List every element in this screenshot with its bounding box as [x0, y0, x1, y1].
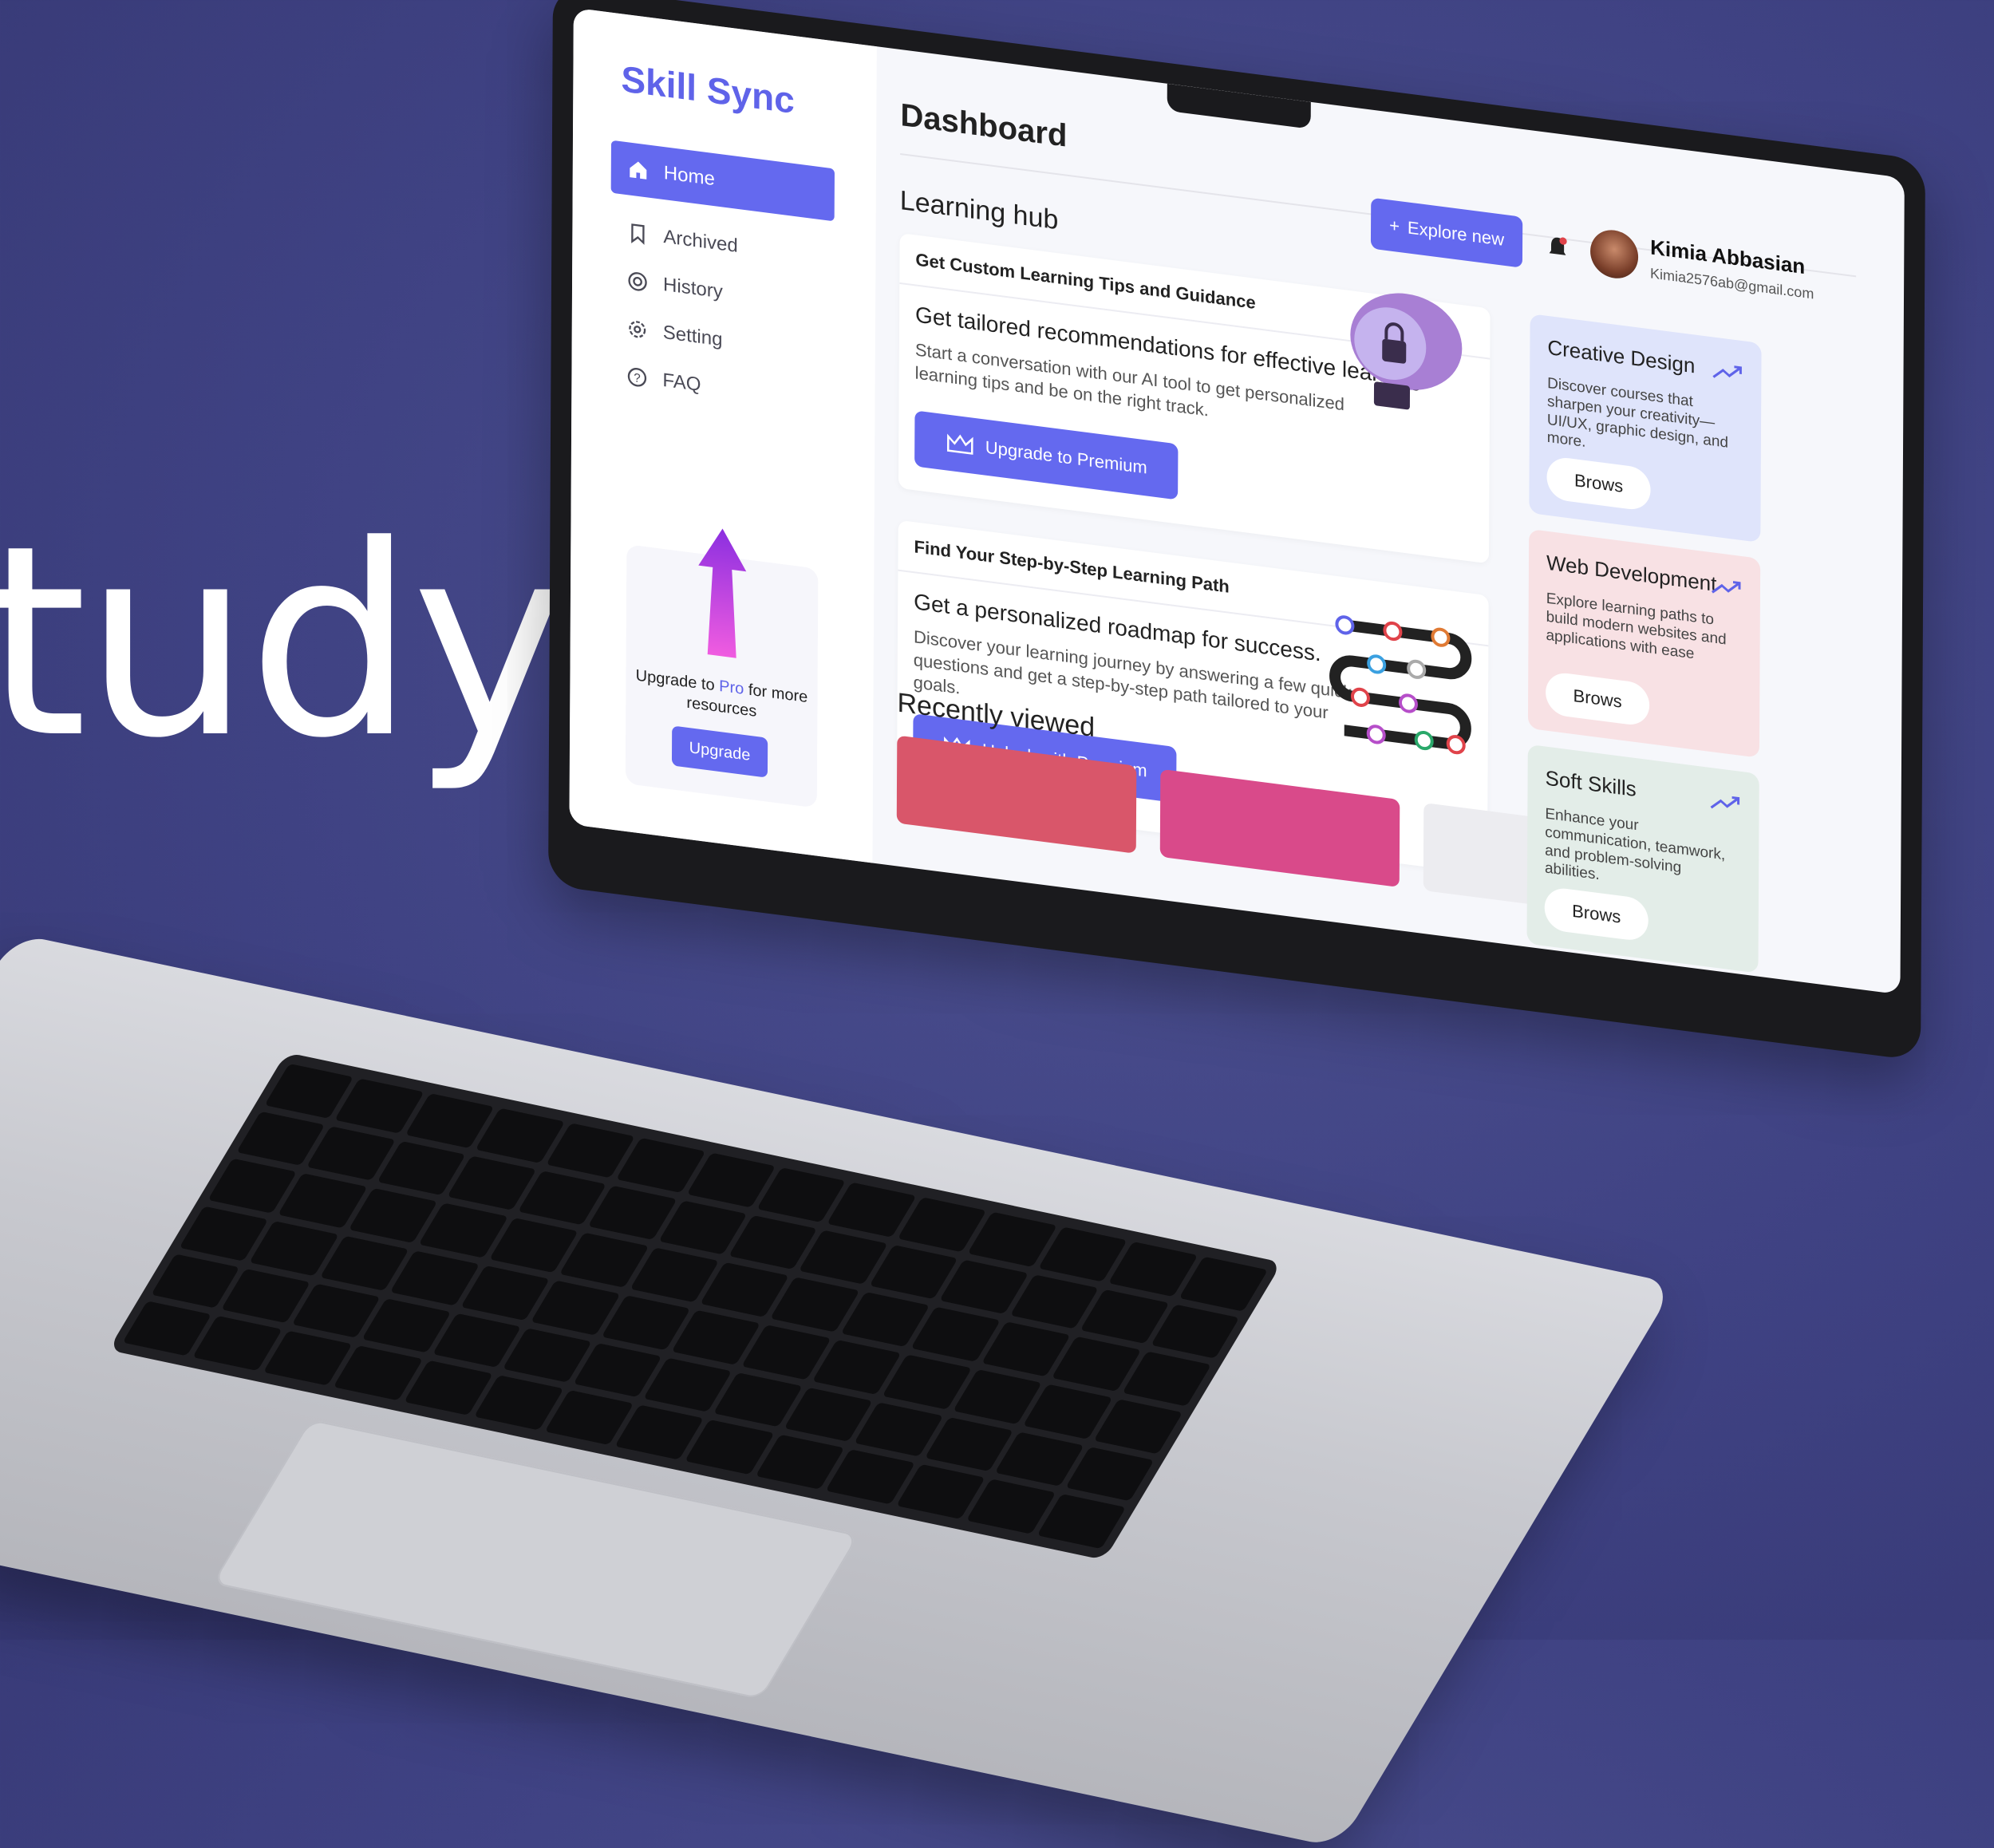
roadmap-illustration — [1329, 615, 1472, 755]
trending-up-icon — [1712, 365, 1742, 378]
category-title: Creative Design — [1547, 334, 1696, 378]
laptop-base — [0, 934, 1676, 1848]
main-content: Dashboard + Explore new Kimia Abbasian K… — [872, 46, 1904, 994]
sidebar-item-label: Home — [663, 162, 715, 191]
history-icon — [628, 272, 647, 291]
category-description: Discover courses that sharpen your creat… — [1546, 374, 1729, 452]
laptop-lid: Skill Sync Home Archived History Setting — [548, 0, 1925, 1061]
category-title: Soft Skills — [1545, 765, 1637, 802]
sidebar: Skill Sync Home Archived History Setting — [569, 7, 877, 863]
help-icon: ? — [627, 368, 647, 387]
sidebar-item-label: FAQ — [662, 369, 701, 397]
explore-new-button[interactable]: + Explore new — [1370, 197, 1523, 268]
app-logo[interactable]: Skill Sync — [621, 57, 795, 122]
category-card-web-development: Web Development Explore learning paths t… — [1527, 528, 1761, 758]
home-icon — [630, 161, 647, 180]
panel-heading: Find Your Step-by-Step Learning Path — [914, 536, 1230, 597]
category-card-soft-skills: Soft Skills Enhance your communication, … — [1526, 744, 1759, 973]
category-description: Enhance your communication, teamwork, an… — [1544, 805, 1726, 884]
upgrade-to-premium-button[interactable]: Upgrade to Premium — [914, 410, 1179, 500]
upgrade-text: Upgrade to Pro for more resources — [635, 666, 808, 721]
crown-icon — [946, 433, 973, 455]
category-description: Explore learning paths to build modern w… — [1546, 590, 1727, 662]
plus-icon: + — [1389, 215, 1400, 237]
avatar[interactable] — [1589, 227, 1639, 282]
gear-icon — [629, 321, 646, 338]
bell-icon[interactable] — [1546, 235, 1569, 262]
sidebar-item-label: Setting — [662, 321, 723, 351]
lightbulb-lock-illustration — [1350, 293, 1463, 410]
page-title: Dashboard — [900, 97, 1068, 154]
sidebar-item-label: Archived — [663, 226, 738, 257]
tips-panel: Get Custom Learning Tips and Guidance Ge… — [898, 232, 1491, 564]
learning-hub-title: Learning hub — [899, 184, 1059, 236]
category-title: Web Development — [1546, 550, 1717, 596]
upgrade-card: Upgrade to Pro for more resources Upgrad… — [625, 528, 819, 808]
panel-heading: Get Custom Learning Tips and Guidance — [915, 249, 1256, 314]
svg-text:?: ? — [634, 371, 641, 385]
trending-up-icon — [1710, 796, 1740, 809]
bookmark-icon — [631, 223, 645, 245]
category-card-creative-design: Creative Design Discover courses that sh… — [1529, 314, 1762, 543]
sidebar-item-label: History — [663, 273, 723, 303]
app-screen: Skill Sync Home Archived History Setting — [569, 7, 1905, 995]
laptop-mockup: Skill Sync Home Archived History Setting — [0, 0, 1994, 1848]
trending-up-icon — [1711, 581, 1741, 594]
browse-button[interactable]: Brows — [1545, 670, 1650, 728]
browse-button[interactable]: Brows — [1544, 886, 1649, 943]
browse-button[interactable]: Brows — [1546, 455, 1651, 512]
rocket-arrow-icon — [698, 528, 747, 658]
upgrade-button[interactable]: Upgrade — [671, 725, 768, 778]
